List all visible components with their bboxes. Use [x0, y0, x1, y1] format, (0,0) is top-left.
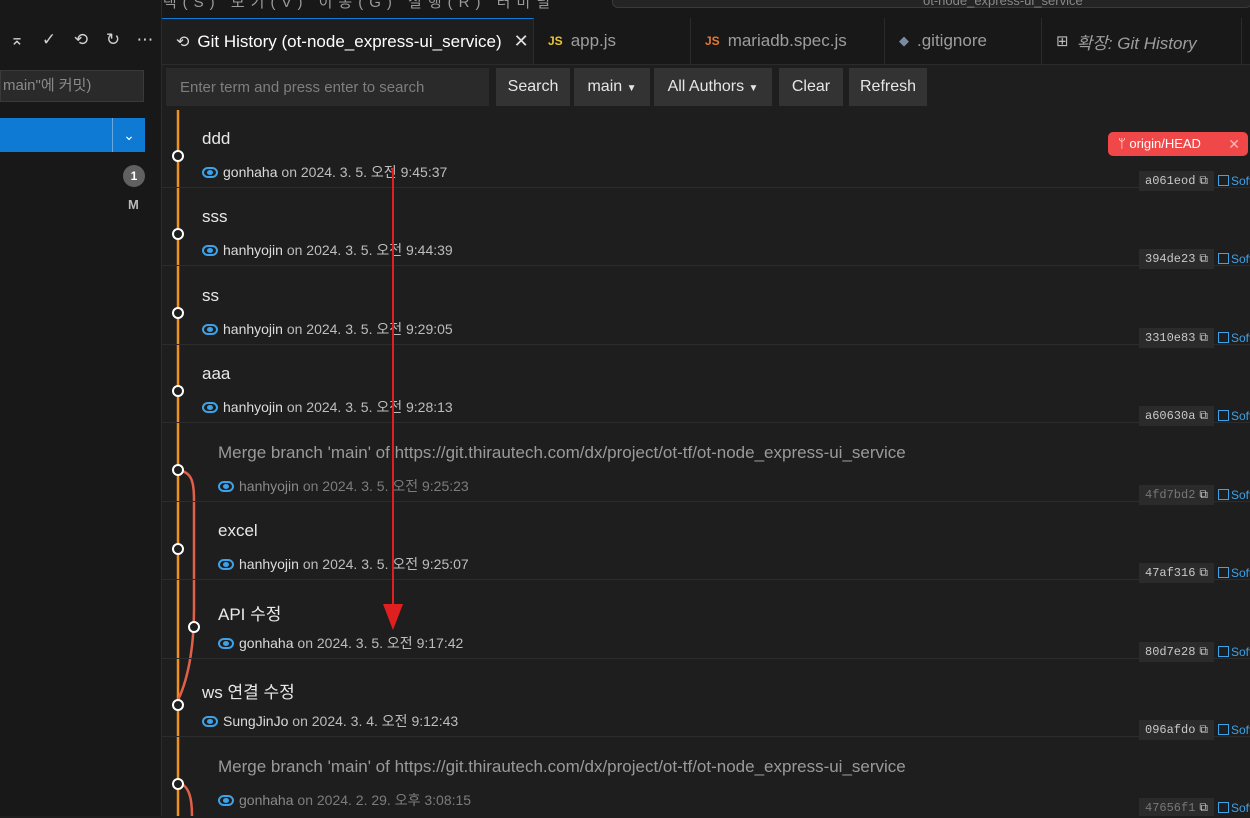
tab-git-history[interactable]: ⟲ Git History (ot-node_express-ui_servic…	[162, 18, 534, 64]
tab-label: Git History (ot-node_express-ui_service)	[197, 31, 502, 51]
javascript-file-icon: JS	[548, 34, 563, 48]
tab-extension-git-history[interactable]: ⊞ 확장: Git History	[1042, 18, 1242, 64]
caret-down-icon: ▼	[748, 83, 759, 94]
sidebar-toolbar: ⌅ ✓ ⟲ ↻ ⋯	[7, 30, 155, 50]
branch-label: main	[587, 78, 623, 95]
annotation-arrow	[383, 168, 403, 630]
tab-gitignore[interactable]: ◆ .gitignore	[885, 18, 1042, 64]
arrow-head	[383, 604, 403, 630]
clear-button[interactable]: Clear	[779, 68, 843, 106]
title-bar: (F) 편집(E) 선택(S) 보기(V) 이동(G) 실행(R) 터미널 ot…	[0, 0, 1250, 18]
more-icon[interactable]: ⌅	[7, 30, 27, 50]
tab-label: mariadb.spec.js	[727, 31, 847, 50]
command-center[interactable]: ot-node_express-ui_service	[612, 0, 1250, 8]
source-control-sidebar: ⌅ ✓ ⟲ ↻ ⋯ main"에 커밋) ⌄ 1 M	[0, 0, 162, 816]
tab-label: app.js	[570, 31, 617, 50]
commit-message-input[interactable]: main"에 커밋)	[0, 70, 144, 102]
file-status-modified: M	[128, 197, 139, 212]
ellipsis-icon[interactable]: ⋯	[135, 30, 155, 50]
authors-dropdown[interactable]: All Authors ▼	[654, 68, 772, 106]
changes-count-badge: 1	[123, 165, 145, 187]
commit-button[interactable]: ⌄	[0, 118, 145, 152]
refresh-button[interactable]: Refresh	[849, 68, 927, 106]
tab-app-js[interactable]: JS app.js	[534, 18, 691, 64]
branch-dropdown[interactable]: main ▼	[574, 68, 650, 106]
close-icon[interactable]: ✕	[514, 31, 529, 52]
checkmark-icon[interactable]: ✓	[39, 30, 59, 50]
search-input[interactable]	[166, 68, 489, 106]
extensions-icon: ⊞	[1056, 33, 1069, 50]
authors-label: All Authors	[667, 78, 745, 95]
search-button[interactable]: Search	[496, 68, 570, 106]
history-icon[interactable]: ⟲	[71, 30, 91, 50]
git-history-toolbar: Search main ▼ All Authors ▼ Clear Refres…	[162, 64, 1250, 110]
gitignore-icon: ◆	[899, 33, 909, 48]
caret-down-icon: ▼	[626, 83, 637, 94]
tab-label: .gitignore	[917, 31, 987, 50]
commit-list: ddd gonhaha on 2024. 3. 5. 오전 9:45:37 a0…	[162, 110, 1250, 816]
editor-tab-bar: ⟲ Git History (ot-node_express-ui_servic…	[162, 18, 1250, 65]
chevron-down-icon[interactable]: ⌄	[112, 118, 145, 152]
history-icon: ⟲	[176, 33, 190, 51]
javascript-file-icon: JS	[705, 34, 720, 48]
tab-label: 확장: Git History	[1076, 33, 1197, 53]
tab-mariadb-spec-js[interactable]: JS mariadb.spec.js	[691, 18, 885, 64]
refresh-icon[interactable]: ↻	[103, 30, 123, 50]
